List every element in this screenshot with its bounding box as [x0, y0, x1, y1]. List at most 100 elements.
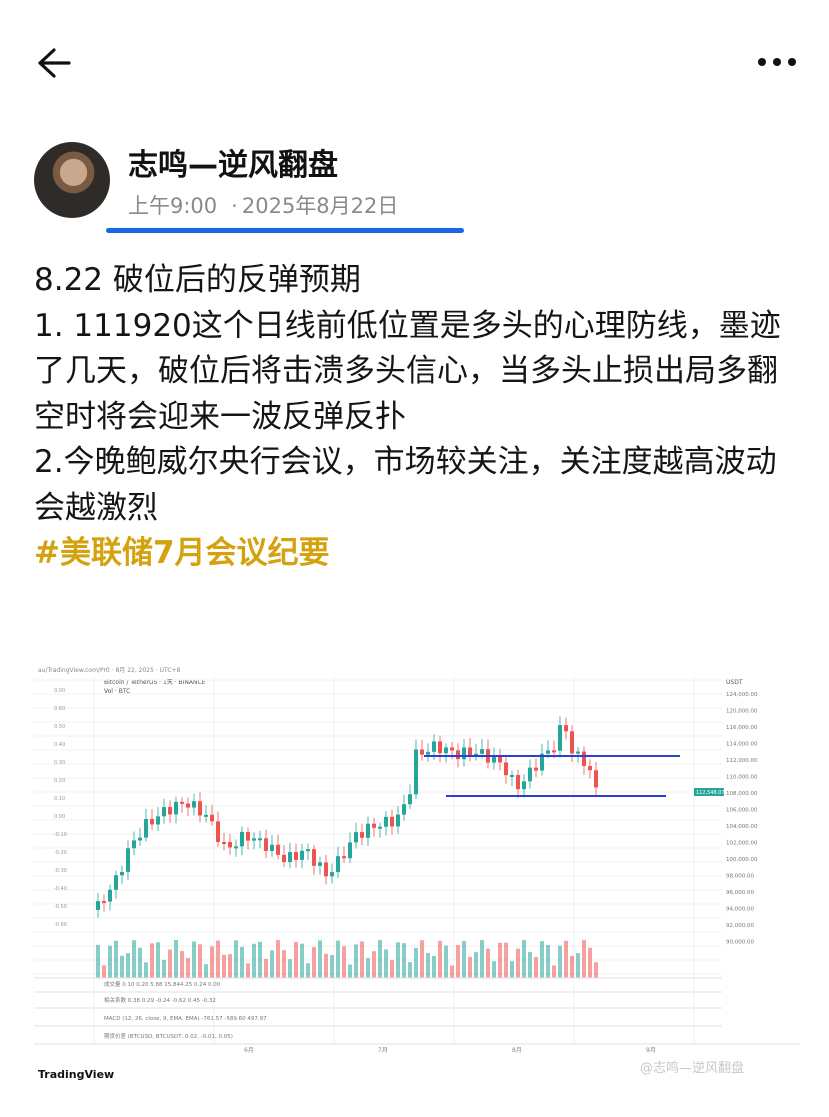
volume-bar: [264, 958, 268, 978]
candle-body: [552, 750, 556, 753]
volume-bar: [384, 949, 388, 978]
candle-body: [438, 741, 442, 754]
volume-bar: [168, 949, 172, 978]
volume-bar: [450, 965, 454, 978]
author-name[interactable]: 志鸣—逆风翻盘: [128, 140, 338, 184]
left-axis-tick: -0.50: [54, 904, 67, 910]
avatar[interactable]: [34, 142, 110, 218]
volume-bar: [528, 952, 532, 978]
volume-bar: [552, 965, 556, 978]
svg-text:au/TradingView.com/Pr0 · 8月 22: au/TradingView.com/Pr0 · 8月 22, 2025 · U…: [38, 667, 181, 674]
volume-bar: [342, 946, 346, 978]
volume-bar: [348, 964, 352, 978]
volume-bar: [360, 941, 364, 978]
volume-bar: [510, 961, 514, 978]
volume-bar: [312, 947, 316, 978]
price-axis-tick: 92,000.00: [726, 923, 754, 929]
volume-bar: [396, 942, 400, 978]
candle-body: [594, 770, 598, 788]
volume-bar: [162, 959, 166, 978]
highlight-underline: [106, 228, 464, 233]
volume-bar: [234, 940, 238, 978]
candle-body: [426, 751, 430, 755]
candle-body: [420, 749, 424, 755]
volume-bar: [204, 964, 208, 978]
volume-bar: [174, 940, 178, 978]
candle-body: [504, 762, 508, 776]
candle-body: [546, 750, 550, 754]
volume-bar: [288, 959, 292, 978]
volume-bar: [198, 944, 202, 978]
volume-bar: [558, 945, 562, 978]
volume-bar: [504, 942, 508, 978]
volume-bar: [102, 965, 106, 978]
volume-bar: [516, 948, 520, 978]
volume-bar: [474, 952, 478, 978]
volume-bar: [294, 941, 298, 978]
candle-body: [282, 854, 286, 863]
candle-body: [162, 807, 166, 817]
candle-body: [528, 767, 532, 782]
candle-body: [96, 901, 100, 910]
candle-body: [384, 816, 388, 827]
candle-body: [522, 781, 526, 790]
volume-bar: [498, 942, 502, 978]
chart-image[interactable]: au/TradingView.com/Pr0 · 8月 22, 2025 · U…: [34, 660, 800, 1092]
candle-body: [228, 842, 232, 848]
volume-bar: [576, 953, 580, 978]
volume-bar: [588, 947, 592, 978]
volume-bar: [240, 946, 244, 978]
left-axis-tick: -0.40: [54, 886, 67, 892]
candle-body: [198, 801, 202, 816]
volume-bar: [534, 956, 538, 978]
volume-bar: [522, 940, 526, 978]
meta-separator: ·: [231, 194, 238, 218]
volume-bar: [372, 951, 376, 978]
hashtag-link[interactable]: #美联储7月会议纪要: [34, 531, 804, 577]
candle-body: [360, 832, 364, 838]
volume-bar: [144, 962, 148, 978]
candle-body: [192, 801, 196, 808]
candle-body: [102, 901, 106, 904]
more-options-icon[interactable]: [756, 52, 798, 72]
left-axis-tick: -0.10: [54, 832, 67, 838]
post-date: 2025年8月22日: [241, 194, 399, 218]
svg-text:期货价差 (BTCUSD, BTCUSDT, 0.02, -: 期货价差 (BTCUSD, BTCUSDT, 0.02, -0.01, 0.05…: [104, 1032, 233, 1040]
volume-bar: [432, 955, 436, 978]
price-axis-tick: 124,000.00: [726, 692, 758, 698]
candle-body: [150, 819, 154, 825]
volume-bar: [108, 945, 112, 978]
candle-body: [120, 871, 124, 876]
price-axis-tick: 112,000.00: [726, 758, 758, 764]
volume-bar: [486, 948, 490, 978]
volume-bar: [414, 947, 418, 978]
volume-bar: [378, 940, 382, 978]
candle-body: [348, 842, 352, 859]
price-axis-tick: 96,000.00: [726, 890, 754, 896]
candle-body: [108, 889, 112, 902]
volume-bar: [426, 952, 430, 978]
left-axis-tick: -0.20: [54, 850, 67, 856]
candle-body: [342, 856, 346, 859]
left-axis-tick: -0.30: [54, 868, 67, 874]
volume-bar: [438, 940, 442, 978]
candle-body: [324, 862, 328, 877]
volume-bar: [132, 940, 136, 978]
left-axis-tick: 0.00: [54, 688, 65, 694]
volume-bar: [330, 955, 334, 978]
volume-bar: [186, 958, 190, 978]
back-arrow-icon[interactable]: [36, 46, 72, 80]
candle-body: [216, 821, 220, 842]
volume-bar: [402, 943, 406, 978]
left-axis-tick: 0.30: [54, 760, 65, 766]
post-time: 上午9:00: [128, 194, 218, 218]
candle-body: [390, 816, 394, 827]
volume-bar: [564, 940, 568, 978]
post-content: 8.22 破位后的反弹预期 1. 111920这个日线前低位置是多头的心理防线，…: [34, 258, 804, 577]
price-axis-label: USDT: [726, 679, 743, 686]
price-axis-tick: 110,000.00: [726, 775, 758, 781]
candle-body: [300, 850, 304, 860]
volume-bar: [282, 950, 286, 978]
volume-bar: [480, 940, 484, 978]
left-axis-tick: 0.50: [54, 724, 65, 730]
